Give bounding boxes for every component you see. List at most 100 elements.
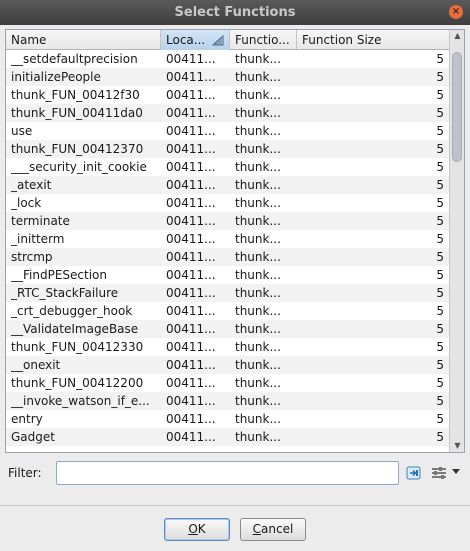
function-size-cell: 5	[436, 214, 444, 228]
table-row[interactable]: thunk_FUN_00412200 00411... thunk... 5	[6, 374, 450, 392]
cancel-button[interactable]: Cancel	[240, 518, 306, 541]
divider	[0, 505, 470, 506]
function-name-cell: ___security_init_cookie	[11, 160, 147, 174]
location-cell: 00411...	[166, 376, 216, 390]
function-name-cell	[11, 446, 161, 452]
table-row[interactable]: thunk_FUN_00412330 00411... thunk... 5	[6, 338, 450, 356]
column-header-signature[interactable]: Functio...	[230, 30, 297, 50]
table-row[interactable]: thunk_FUN_00412370 00411... thunk... 5	[6, 140, 450, 158]
column-header-location[interactable]: Loca...	[161, 30, 230, 50]
signature-cell: thunk...	[235, 430, 281, 444]
signature-cell: thunk...	[235, 124, 281, 138]
filter-options-icon[interactable]	[430, 465, 448, 481]
signature-cell: thunk...	[235, 322, 281, 336]
function-size-cell: 5	[436, 160, 444, 174]
table-row[interactable]: Gadget 00411... thunk... 5	[6, 428, 450, 446]
table-row[interactable]: __ValidateImageBase 00411... thunk... 5	[6, 320, 450, 338]
table-body: __setdefaultprecision 00411... thunk... 5 in…	[6, 50, 450, 452]
signature-cell	[235, 446, 297, 452]
signature-cell: thunk...	[235, 52, 281, 66]
table-row[interactable]: __onexit 00411... thunk... 5	[6, 356, 450, 374]
function-name-cell: initializePeople	[11, 70, 101, 84]
location-cell: 00411...	[166, 232, 216, 246]
chevron-down-icon[interactable]	[452, 469, 460, 475]
function-size-cell: 5	[436, 250, 444, 264]
scroll-up-icon[interactable]: ▲	[450, 30, 464, 42]
function-name-cell: thunk_FUN_00412f30	[11, 88, 140, 102]
table-row[interactable]: thunk_FUN_00412f30 00411... thunk... 5	[6, 86, 450, 104]
function-name-cell: strcmp	[11, 250, 53, 264]
function-size-cell: 5	[436, 412, 444, 426]
function-name-cell: _crt_debugger_hook	[11, 304, 133, 318]
location-cell: 00411...	[166, 70, 216, 84]
signature-cell: thunk...	[235, 268, 281, 282]
table-row[interactable]: __setdefaultprecision 00411... thunk... 5	[6, 50, 450, 68]
table-row[interactable]: _initterm 00411... thunk... 5	[6, 230, 450, 248]
signature-cell: thunk...	[235, 70, 281, 84]
filter-apply-icon[interactable]	[406, 465, 422, 481]
close-icon[interactable]: ×	[449, 5, 463, 19]
location-cell: 00411...	[166, 268, 216, 282]
table-row[interactable]	[6, 446, 450, 452]
filter-input[interactable]	[56, 461, 399, 485]
functions-table: Name Loca... Functio... Function Size __…	[5, 29, 465, 453]
function-name-cell: __onexit	[11, 358, 61, 372]
table-row[interactable]: __invoke_watson_if_e... 00411... thunk... 5	[6, 392, 450, 410]
function-size-cell: 5	[436, 70, 444, 84]
function-size-cell: 5	[436, 88, 444, 102]
function-size-cell: 5	[436, 232, 444, 246]
function-name-cell: _RTC_StackFailure	[11, 286, 119, 300]
table-row[interactable]: _crt_debugger_hook 00411... thunk... 5	[6, 302, 450, 320]
table-row[interactable]: thunk_FUN_00411da0 00411... thunk... 5	[6, 104, 450, 122]
table-row[interactable]: _lock 00411... thunk... 5	[6, 194, 450, 212]
location-cell	[166, 446, 228, 452]
table-row[interactable]: _RTC_StackFailure 00411... thunk... 5	[6, 284, 450, 302]
signature-cell: thunk...	[235, 286, 281, 300]
table-header: Name Loca... Functio... Function Size	[6, 30, 450, 50]
function-size-cell: 5	[436, 430, 444, 444]
signature-cell: thunk...	[235, 250, 281, 264]
location-cell: 00411...	[166, 178, 216, 192]
function-name-cell: thunk_FUN_00411da0	[11, 106, 143, 120]
table-row[interactable]: strcmp 00411... thunk... 5	[6, 248, 450, 266]
column-header-name[interactable]: Name	[6, 30, 161, 50]
scroll-down-icon[interactable]: ▼	[450, 440, 464, 452]
sort-ascending-icon	[212, 34, 224, 46]
table-row[interactable]: initializePeople 00411... thunk... 5	[6, 68, 450, 86]
table-row[interactable]: ___security_init_cookie 00411... thunk... 5	[6, 158, 450, 176]
location-cell: 00411...	[166, 286, 216, 300]
vertical-scrollbar[interactable]: ▲ ▼	[449, 30, 464, 452]
scrollbar-thumb[interactable]	[452, 52, 462, 162]
signature-cell: thunk...	[235, 106, 281, 120]
signature-cell: thunk...	[235, 142, 281, 156]
filter-label: Filter:	[8, 466, 42, 480]
table-row[interactable]: _atexit 00411... thunk... 5	[6, 176, 450, 194]
location-cell: 00411...	[166, 304, 216, 318]
function-name-cell: _initterm	[11, 232, 65, 246]
function-size-cell	[297, 446, 444, 452]
function-name-cell: Gadget	[11, 430, 55, 444]
cancel-label-rest: ancel	[261, 522, 294, 536]
location-cell: 00411...	[166, 196, 216, 210]
signature-cell: thunk...	[235, 178, 281, 192]
table-row[interactable]: entry 00411... thunk... 5	[6, 410, 450, 428]
signature-cell: thunk...	[235, 394, 281, 408]
function-name-cell: _atexit	[11, 178, 52, 192]
filter-bar: Filter:	[0, 457, 470, 489]
function-size-cell: 5	[436, 376, 444, 390]
table-row[interactable]: __FindPESection 00411... thunk... 5	[6, 266, 450, 284]
column-header-size[interactable]: Function Size	[297, 30, 450, 50]
function-size-cell: 5	[436, 286, 444, 300]
ok-button[interactable]: OK	[164, 518, 230, 541]
location-cell: 00411...	[166, 340, 216, 354]
function-name-cell: __invoke_watson_if_e...	[11, 394, 150, 408]
function-size-cell: 5	[436, 358, 444, 372]
table-row[interactable]: use 00411... thunk... 5	[6, 122, 450, 140]
signature-cell: thunk...	[235, 412, 281, 426]
table-row[interactable]: terminate 00411... thunk... 5	[6, 212, 450, 230]
location-cell: 00411...	[166, 322, 216, 336]
ok-mnemonic: O	[188, 522, 198, 536]
signature-cell: thunk...	[235, 232, 281, 246]
signature-cell: thunk...	[235, 304, 281, 318]
signature-cell: thunk...	[235, 88, 281, 102]
